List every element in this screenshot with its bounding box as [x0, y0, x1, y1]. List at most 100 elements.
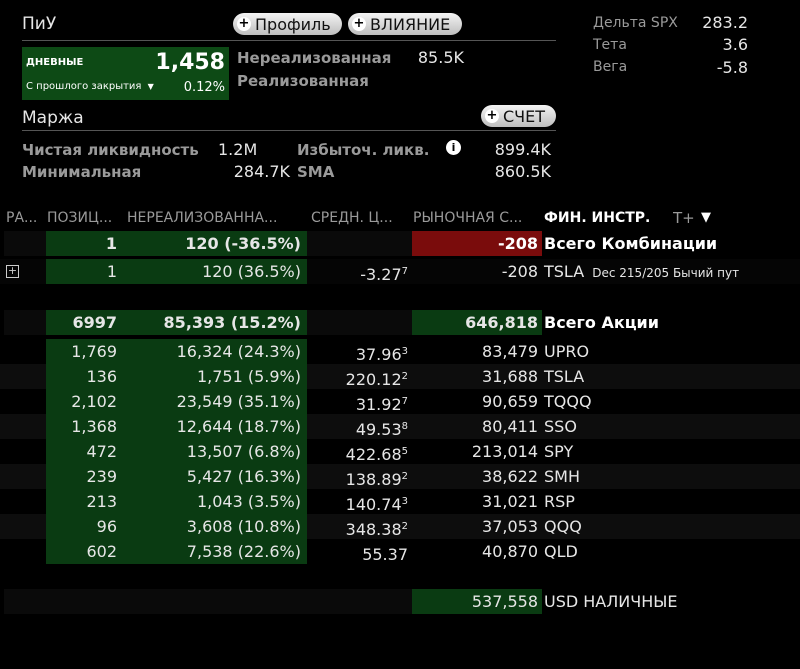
col-header-avg-price[interactable]: СРЕДН. Ц... — [311, 208, 410, 228]
greek-value: 3.6 — [722, 35, 748, 54]
table-row[interactable]: 1,769 16,324 (24.3%) 37.963 83,479 UPRO — [0, 339, 800, 364]
unrealized-cell: 120 (-36.5%) — [125, 231, 307, 256]
unrealized-cell: 16,324 (24.3%) — [125, 339, 307, 364]
market-value-cell: 537,558 — [412, 589, 542, 614]
greek-label: Вега — [593, 59, 628, 75]
table-row[interactable]: 602 7,538 (22.6%) 55.37 40,870 QLD — [0, 539, 800, 564]
market-value-cell: 38,622 — [482, 467, 538, 486]
since-close-dropdown[interactable]: С прошлого закрытия ▼ — [26, 81, 154, 92]
avg-price: 422.68 — [345, 445, 402, 464]
unrealized-cell: 12,644 (18.7%) — [125, 414, 307, 439]
avg-price: -3.27 — [360, 265, 402, 284]
avg-price: 37.96 — [355, 345, 402, 364]
avg-price-cell: 220.122 — [307, 364, 412, 389]
margin-title: Маржа — [22, 108, 84, 128]
plus-icon: + — [352, 16, 366, 31]
sort-down-icon[interactable]: ▼ — [701, 208, 715, 228]
instrument-cell: TSLA Dec 215/205 Бычий пут — [544, 259, 796, 284]
table-row[interactable]: 472 13,507 (6.8%) 422.685 213,014 SPY — [0, 439, 800, 464]
daily-pnl-box: ДНЕВНЫЕ 1,458 С прошлого закрытия ▼ 0.12… — [22, 47, 229, 100]
table-row[interactable]: 537,558 USD НАЛИЧНЫЕ — [0, 589, 800, 614]
market-value-cell: 37,053 — [482, 517, 538, 536]
row-bg — [4, 231, 46, 256]
daily-label: ДНЕВНЫЕ — [26, 57, 84, 68]
col-header-tplus[interactable]: T+ — [673, 208, 695, 228]
profile-button-label: Профиль — [255, 14, 331, 34]
divider — [22, 130, 556, 131]
col-header-instrument[interactable]: ФИН. ИНСТР. — [544, 208, 672, 228]
market-value-cell: 90,659 — [482, 392, 538, 411]
col-header-position[interactable]: ПОЗИЦ... — [47, 208, 125, 228]
col-header-unrealized[interactable]: НЕРЕАЛИЗОВАННА... — [127, 208, 307, 228]
row-bg — [4, 589, 412, 614]
unrealized-cell: 23,549 (35.1%) — [125, 389, 307, 414]
instrument-cell: Всего Комбинации — [544, 234, 718, 253]
divider — [22, 40, 556, 41]
greek-value: -5.8 — [716, 58, 748, 77]
avg-price-digits: 5 — [401, 446, 408, 457]
table-row[interactable]: 213 1,043 (3.5%) 140.743 31,021 RSP — [0, 489, 800, 514]
table-row[interactable]: 239 5,427 (16.3%) 138.892 38,622 SMH — [0, 464, 800, 489]
excess-liq-label: Избыточ. ликв. — [297, 141, 430, 159]
avg-price-digits: 2 — [401, 521, 408, 532]
avg-price-cell: 37.963 — [307, 339, 412, 364]
table-row[interactable]: 6997 85,393 (15.2%) 646,818 Всего Акции — [0, 310, 800, 335]
position-cell: 96 — [46, 514, 125, 539]
col-header-ra[interactable]: РА... — [6, 208, 46, 228]
table-row[interactable]: 1 120 (-36.5%) -208 Всего Комбинации — [0, 231, 800, 256]
unrealized-cell: 1,043 (3.5%) — [125, 489, 307, 514]
info-icon[interactable]: i — [446, 140, 461, 155]
col-header-market-value[interactable]: РЫНОЧНАЯ С... — [413, 208, 541, 228]
unrealized-cell: 13,507 (6.8%) — [125, 439, 307, 464]
avg-price-cell: 31.927 — [307, 389, 412, 414]
avg-price-digits: 3 — [401, 496, 408, 507]
unrealized-cell: 5,427 (16.3%) — [125, 464, 307, 489]
account-button[interactable]: + СЧЕТ — [481, 105, 556, 127]
table-row[interactable]: + 1 120 (36.5%) -3.277 -208 TSLA Dec 215… — [0, 259, 800, 284]
net-liq-value: 1.2M — [218, 140, 258, 159]
instrument-cell: QLD — [544, 542, 578, 561]
position-cell: 6997 — [46, 310, 125, 335]
position-cell: 239 — [46, 464, 125, 489]
chevron-down-icon: ▼ — [147, 82, 154, 91]
unrealized-cell: 1,751 (5.9%) — [125, 364, 307, 389]
instrument-detail: Dec 215/205 Бычий пут — [592, 266, 740, 280]
avg-price-cell: -3.277 — [307, 259, 412, 284]
avg-price-digits: 2 — [401, 471, 408, 482]
unrealized-cell: 85,393 (15.2%) — [125, 310, 307, 335]
minimum-value: 284.7K — [233, 162, 290, 181]
avg-price-digits: 7 — [401, 266, 408, 277]
avg-price-cell: 49.538 — [307, 414, 412, 439]
since-close-label: С прошлого закрытия — [26, 81, 142, 92]
market-value-cell: 40,870 — [482, 542, 538, 561]
daily-value: 1,458 — [155, 50, 225, 75]
market-value-cell: 646,818 — [412, 310, 542, 335]
table-row[interactable]: 96 3,608 (10.8%) 348.382 37,053 QQQ — [0, 514, 800, 539]
unrealized-cell: 120 (36.5%) — [125, 259, 307, 284]
avg-price-digits: 8 — [401, 421, 408, 432]
market-value-cell: -208 — [501, 262, 538, 281]
table-row[interactable]: 2,102 23,549 (35.1%) 31.927 90,659 TQQQ — [0, 389, 800, 414]
profile-button[interactable]: + Профиль — [233, 13, 342, 35]
net-liq-label: Чистая ликвидность — [22, 141, 199, 159]
table-row[interactable]: 1,368 12,644 (18.7%) 49.538 80,411 SSO — [0, 414, 800, 439]
instrument-cell: SMH — [544, 467, 580, 486]
unrealized-cell: 7,538 (22.6%) — [125, 539, 307, 564]
position-cell: 1,368 — [46, 414, 125, 439]
sma-value: 860.5K — [494, 162, 551, 181]
greek-value: 283.2 — [702, 13, 748, 32]
position-cell: 1 — [46, 231, 125, 256]
table-row[interactable]: 136 1,751 (5.9%) 220.122 31,688 TSLA — [0, 364, 800, 389]
impact-button[interactable]: + ВЛИЯНИЕ — [348, 13, 462, 35]
expand-icon[interactable]: + — [6, 265, 19, 278]
market-value-cell: 31,021 — [482, 492, 538, 511]
market-value-cell: 31,688 — [482, 367, 538, 386]
minimum-label: Минимальная — [22, 163, 142, 181]
instrument-cell: SSO — [544, 417, 577, 436]
position-cell: 1,769 — [46, 339, 125, 364]
market-value-cell: 83,479 — [482, 342, 538, 361]
market-value-cell: 213,014 — [471, 442, 538, 461]
instrument-symbol: TSLA — [544, 262, 585, 281]
unrealized-value: 85.5K — [417, 48, 464, 67]
instrument-cell: TSLA — [544, 367, 585, 386]
